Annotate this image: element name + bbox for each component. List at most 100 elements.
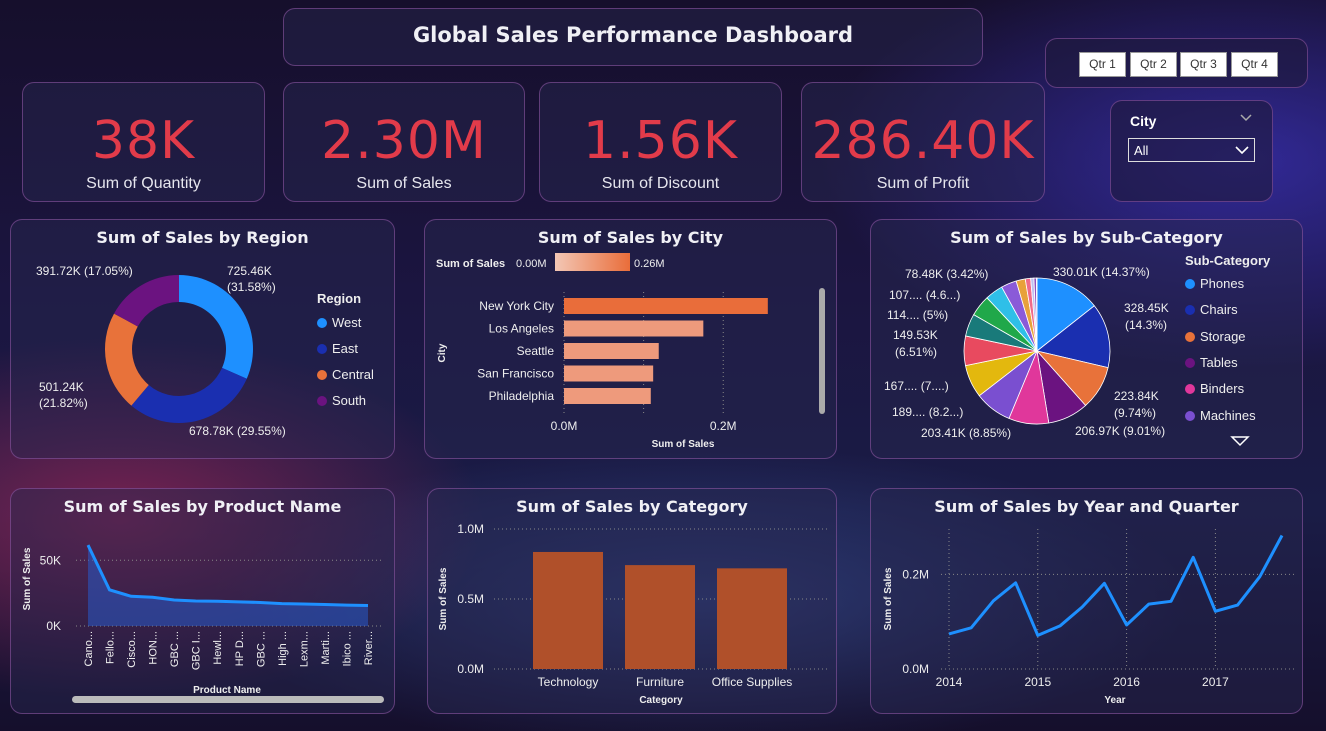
bar: [717, 568, 787, 669]
donut-slice: [131, 367, 247, 423]
legend-item[interactable]: Storage: [1185, 329, 1246, 344]
legend-item[interactable]: West: [317, 315, 361, 330]
data-label: 114.... (5%): [887, 308, 948, 322]
axis-label: Sum of Sales: [22, 547, 33, 610]
category-label: Cisco...: [126, 631, 138, 668]
region-donut-chart: 725.46K (31.58%) 678.78K (29.55%) 501.24K (2…: [36, 264, 286, 438]
kpi-value: 2.30M: [321, 111, 487, 171]
legend-dot: [317, 396, 327, 406]
category-label: Seattle: [517, 344, 555, 358]
product-chart-card: Sum of Sales by Product Name 0K 50K Cano..…: [10, 488, 395, 714]
tick-label: 50K: [40, 553, 61, 567]
tick-label: 0K: [46, 619, 61, 633]
city-bar-chart: Sum of Sales 0.00M 0.26M New York City Los A…: [436, 253, 825, 450]
quarter-button-1[interactable]: Qtr 1: [1079, 52, 1126, 77]
category-label: Lexm...: [298, 631, 310, 667]
legend-label: Machines: [1200, 407, 1256, 423]
data-label: 203.41K (8.85%): [921, 426, 1011, 440]
legend-min: 0.00M: [516, 258, 547, 270]
tick-label: 0.2M: [902, 567, 929, 581]
legend-label: Storage: [1200, 328, 1246, 344]
tick-label: 0.5M: [457, 592, 484, 606]
category-label: HON...: [148, 631, 160, 665]
legend-label: East: [332, 341, 359, 356]
data-label: 206.97K (9.01%): [1075, 424, 1165, 438]
donut-slice: [114, 275, 179, 327]
axis-label: Category: [639, 695, 683, 706]
data-label: 149.53K: [893, 328, 938, 342]
category-label: HP D...: [234, 631, 246, 666]
data-label: 501.24K: [39, 380, 84, 394]
axis-label: Sum of Sales: [652, 439, 715, 450]
data-label: 678.78K (29.55%): [189, 424, 286, 438]
category-label: Furniture: [636, 675, 684, 689]
kpi-card-sales: 2.30M Sum of Sales: [283, 82, 525, 202]
bar: [564, 320, 704, 337]
legend-scroll-down-icon[interactable]: [1230, 435, 1250, 447]
legend-item[interactable]: Binders: [1185, 381, 1244, 396]
axis-label: Product Name: [193, 685, 261, 696]
legend-item[interactable]: East: [317, 341, 358, 356]
bar: [533, 551, 603, 669]
legend-item[interactable]: South: [317, 393, 366, 408]
data-label: (6.51%): [895, 345, 937, 359]
legend-label: Binders: [1200, 381, 1245, 397]
city-dropdown[interactable]: All: [1128, 138, 1255, 162]
legend-label: Phones: [1200, 276, 1245, 291]
horizontal-scrollbar[interactable]: [72, 696, 384, 703]
kpi-label: Sum of Profit: [876, 175, 970, 192]
quarter-button-3[interactable]: Qtr 3: [1180, 52, 1227, 77]
data-label: 107.... (4.6...): [889, 288, 960, 302]
tick-label: 0.0M: [551, 419, 578, 433]
data-label: 78.48K (3.42%): [905, 267, 988, 281]
data-label: (21.82%): [39, 396, 88, 410]
bar: [564, 298, 768, 314]
legend-item[interactable]: Tables: [1185, 355, 1238, 370]
chevron-down-icon[interactable]: [1239, 113, 1253, 123]
axis-label: Year: [1104, 695, 1125, 706]
city-chart-card: Sum of Sales by City Sum of Sales 0.00M 0.…: [424, 219, 837, 459]
category-label: Office Supplies: [712, 675, 793, 689]
kpi-value: 286.40K: [811, 111, 1035, 171]
tick-label: 1.0M: [457, 522, 484, 536]
data-label: 330.01K (14.37%): [1053, 265, 1150, 279]
legend-label: Tables: [1200, 354, 1238, 370]
year-quarter-chart-card: Sum of Sales by Year and Quarter 0.0M 0.2…: [870, 488, 1303, 714]
data-label: 223.84K: [1114, 389, 1159, 403]
tick-label: 2016: [1113, 675, 1140, 689]
legend-title: Sum of Sales: [436, 258, 505, 270]
kpi-label: Sum of Quantity: [86, 175, 201, 192]
legend-max: 0.26M: [634, 258, 665, 270]
year-quarter-line-chart: 0.0M 0.2M 2014 2015 2016 2017 Year Sum of Sales: [883, 529, 1297, 706]
legend-label: South: [332, 393, 366, 408]
city-dropdown-value: All: [1134, 143, 1149, 158]
legend-item[interactable]: Central: [317, 367, 374, 382]
quarter-button-4[interactable]: Qtr 4: [1231, 52, 1278, 77]
data-label: 189.... (8.2...): [892, 405, 963, 419]
vertical-scrollbar: [819, 288, 825, 414]
kpi-card-quantity: 38K Sum of Quantity: [22, 82, 265, 202]
data-label: 391.72K (17.05%): [36, 264, 133, 278]
kpi-card-discount: 1.56K Sum of Discount: [539, 82, 782, 202]
legend-item[interactable]: Machines: [1185, 408, 1256, 423]
chevron-down-icon: [1235, 146, 1249, 155]
kpi-card-profit: 286.40K Sum of Profit: [801, 82, 1045, 202]
tick-label: 2017: [1202, 675, 1229, 689]
legend-item[interactable]: Phones: [1185, 276, 1244, 291]
dashboard-title-card: Global Sales Performance Dashboard: [283, 8, 983, 66]
category-label: GBC ...: [169, 631, 181, 667]
legend-label: Central: [332, 367, 374, 382]
category-chart-card: Sum of Sales by Category 0.0M 0.5M 1.0M Tec…: [427, 488, 837, 714]
quarter-button-2[interactable]: Qtr 2: [1130, 52, 1177, 77]
category-label: Ibico ...: [341, 631, 353, 666]
legend-label: Chairs: [1200, 302, 1238, 318]
legend-item[interactable]: Chairs: [1185, 302, 1238, 317]
tick-label: 2015: [1024, 675, 1051, 689]
bar: [564, 343, 659, 359]
city-filter-card: City All: [1110, 100, 1273, 202]
data-label: 328.45K: [1124, 301, 1169, 315]
category-bar-chart: 0.0M 0.5M 1.0M Technology Furniture Office Su…: [438, 522, 830, 706]
legend-label: West: [332, 315, 362, 330]
category-label: Cano...: [83, 631, 95, 666]
bar: [564, 388, 651, 404]
